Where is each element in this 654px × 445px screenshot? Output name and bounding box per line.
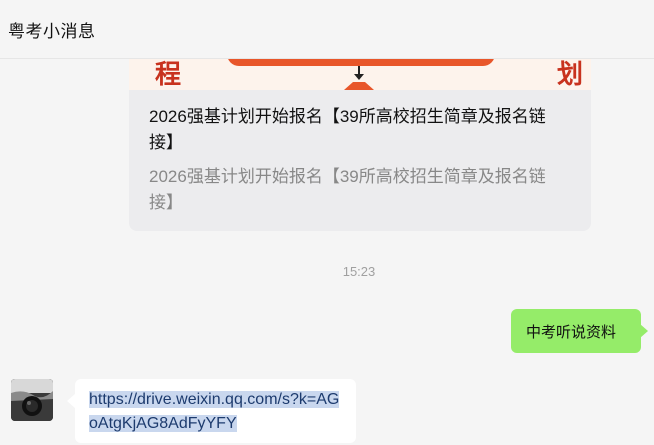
chat-title: 粤考小消息 — [8, 22, 96, 41]
banner-left-char: 程 — [155, 60, 182, 90]
article-card[interactable]: 程 划 2026强基计划开始报名【39所高校招生简章及报名链接】 2026强基计… — [129, 40, 591, 231]
message-link[interactable]: https://drive.weixin.qq.com/s?k=AGoAtgKj… — [89, 391, 340, 432]
incoming-bubble-tail — [67, 394, 75, 408]
outgoing-message-text: 中考听说资料 — [526, 323, 617, 341]
avatar-image-icon — [11, 379, 53, 421]
banner-shape — [344, 82, 374, 90]
message-timestamp: 15:23 — [342, 264, 376, 279]
outgoing-bubble-tail — [640, 324, 648, 338]
article-description: 2026强基计划开始报名【39所高校招生简章及报名链接】 — [149, 167, 546, 212]
banner-arrow-icon — [354, 74, 364, 80]
banner-right-char: 划 — [557, 60, 584, 90]
avatar[interactable] — [11, 379, 53, 421]
article-title: 2026强基计划开始报名【39所高校招生简章及报名链接】 — [149, 107, 546, 152]
outgoing-message-bubble[interactable]: 中考听说资料 — [511, 309, 641, 353]
chat-header: 粤考小消息 — [0, 0, 654, 59]
incoming-message-bubble[interactable]: https://drive.weixin.qq.com/s?k=AGoAtgKj… — [75, 379, 356, 443]
